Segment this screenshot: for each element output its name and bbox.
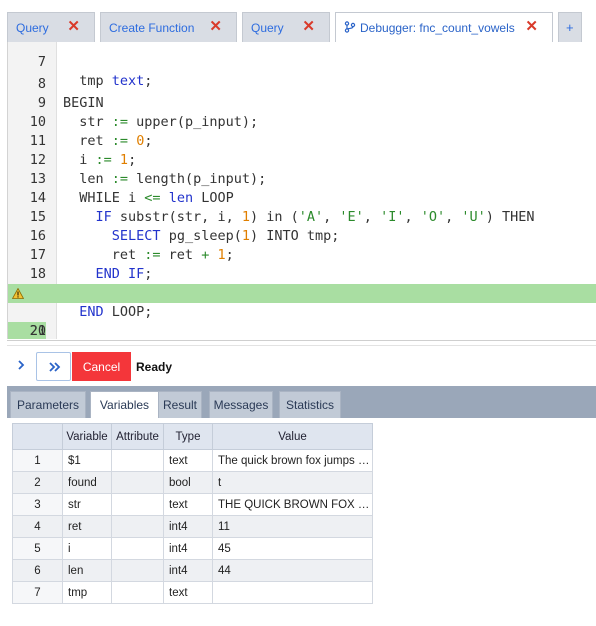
tab-statistics[interactable]: Statistics: [279, 391, 341, 418]
cell-variable: ret: [62, 515, 112, 538]
tab-label: Query: [16, 20, 49, 35]
cell-attribute: [111, 559, 164, 582]
row-index: 1: [12, 449, 63, 472]
code-line: 12 len := length(p_input);: [8, 132, 596, 187]
editor-border: [7, 338, 596, 341]
panel-tab-bar: Parameters Variables Result Messages Sta…: [7, 386, 596, 418]
code-line: 7 tmp text;: [8, 42, 596, 89]
cell-type: bool: [163, 471, 213, 494]
cell-attribute: [111, 581, 164, 604]
code-line: 15 SELECT pg_sleep(1) INTO tmp;: [8, 189, 596, 244]
tab-debugger[interactable]: Debugger: fnc_count_vowels ✕: [335, 12, 553, 42]
status-text: Ready: [136, 360, 173, 374]
divider: [7, 345, 596, 346]
editor-tab-bar: Query ✕ Create Function ✕ Query ✕ Debugg…: [0, 0, 596, 42]
code-line: 14 IF substr(str, i, 1) in ('A', 'E', 'I…: [8, 170, 596, 225]
cell-type: text: [163, 449, 213, 472]
add-tab-button[interactable]: +: [558, 12, 582, 42]
column-header-type[interactable]: Type: [163, 423, 213, 450]
cell-value: 44: [212, 559, 373, 582]
cell-attribute: [111, 471, 164, 494]
table-row[interactable]: 4 ret int4 11: [12, 515, 373, 538]
plus-icon: +: [566, 20, 574, 35]
code-line: 19 END LOOP;: [8, 265, 596, 320]
close-icon[interactable]: ✕: [209, 19, 222, 35]
code-line: 22: [8, 322, 596, 339]
row-index-header: [12, 423, 63, 450]
cell-value: THE QUICK BROWN FOX JU...: [212, 493, 373, 516]
code-line: 13 WHILE i <= len LOOP: [8, 151, 596, 206]
cell-type: int4: [163, 515, 213, 538]
table-row[interactable]: 2 found bool t: [12, 471, 373, 494]
warning-icon: [12, 288, 24, 299]
tab-label: Debugger: fnc_count_vowels: [360, 20, 515, 35]
cell-attribute: [111, 515, 164, 538]
tab-parameters[interactable]: Parameters: [10, 391, 86, 418]
cell-value: 11: [212, 515, 373, 538]
cell-value: [212, 581, 373, 604]
table-row[interactable]: 1 $1 text The quick brown fox jumps o...: [12, 449, 373, 472]
tab-label: Create Function: [109, 20, 195, 35]
step-into-icon[interactable]: [14, 358, 28, 372]
cell-type: int4: [163, 559, 213, 582]
cell-value: 45: [212, 537, 373, 560]
code-line: 9 str := upper(p_input);: [8, 75, 596, 130]
table-row[interactable]: 7 tmp text: [12, 581, 373, 604]
cell-value: The quick brown fox jumps o...: [212, 449, 373, 472]
tab-label: Query: [251, 20, 284, 35]
cell-type: int4: [163, 537, 213, 560]
code-line: 16 ret := ret + 1;: [8, 208, 596, 263]
tab-create-function[interactable]: Create Function ✕: [100, 12, 237, 42]
cell-variable: tmp: [62, 581, 112, 604]
code-line: 8 BEGIN: [8, 56, 596, 111]
code-line: 11 i := 1;: [8, 113, 596, 168]
row-index: 5: [12, 537, 63, 560]
tab-variables[interactable]: Variables: [90, 391, 159, 418]
cell-type: text: [163, 581, 213, 604]
table-row[interactable]: 6 len int4 44: [12, 559, 373, 582]
tab-query-2[interactable]: Query ✕: [242, 12, 330, 42]
cell-variable: $1: [62, 449, 112, 472]
variables-table: Variable Attribute Type Value 1 $1 text …: [12, 423, 373, 604]
column-header-value[interactable]: Value: [212, 423, 373, 450]
row-index: 4: [12, 515, 63, 538]
close-icon[interactable]: ✕: [67, 19, 80, 35]
cancel-button[interactable]: Cancel: [72, 352, 131, 381]
table-row[interactable]: 5 i int4 45: [12, 537, 373, 560]
code-line: 21 END;: [8, 303, 596, 339]
debug-toolbar: Cancel Ready: [7, 350, 596, 382]
table-row[interactable]: 3 str text THE QUICK BROWN FOX JU...: [12, 493, 373, 516]
row-index: 2: [12, 471, 63, 494]
continue-button[interactable]: [36, 352, 71, 381]
tab-query-1[interactable]: Query ✕: [7, 12, 95, 42]
row-index: 7: [12, 581, 63, 604]
double-chevron-icon: [49, 362, 61, 372]
code-editor[interactable]: 7 tmp text; 8 BEGIN 9 str := upper(p_inp…: [7, 42, 596, 339]
cell-variable: str: [62, 493, 112, 516]
cell-attribute: [111, 493, 164, 516]
table-header-row: Variable Attribute Type Value: [12, 423, 373, 450]
cell-variable: i: [62, 537, 112, 560]
cell-value: t: [212, 471, 373, 494]
cell-variable: found: [62, 471, 112, 494]
cell-type: text: [163, 493, 213, 516]
debugger-results-panel: Parameters Variables Result Messages Sta…: [7, 386, 596, 626]
row-index: 6: [12, 559, 63, 582]
code-line: 18 i := i + 1;: [8, 246, 596, 301]
column-header-attribute[interactable]: Attribute: [111, 423, 164, 450]
tab-result[interactable]: Result: [158, 391, 202, 418]
row-index: 3: [12, 493, 63, 516]
code-line: 17 END IF;: [8, 227, 596, 282]
close-icon[interactable]: ✕: [302, 19, 315, 35]
column-header-variable[interactable]: Variable: [62, 423, 112, 450]
code-line: 10 ret := 0;: [8, 94, 596, 149]
cell-attribute: [111, 449, 164, 472]
current-line: 20 RETURN ret;: [8, 284, 596, 339]
cell-variable: len: [62, 559, 112, 582]
cell-attribute: [111, 537, 164, 560]
debugger-branch-icon: [344, 21, 356, 33]
tab-messages[interactable]: Messages: [209, 391, 273, 418]
close-icon[interactable]: ✕: [525, 19, 538, 35]
